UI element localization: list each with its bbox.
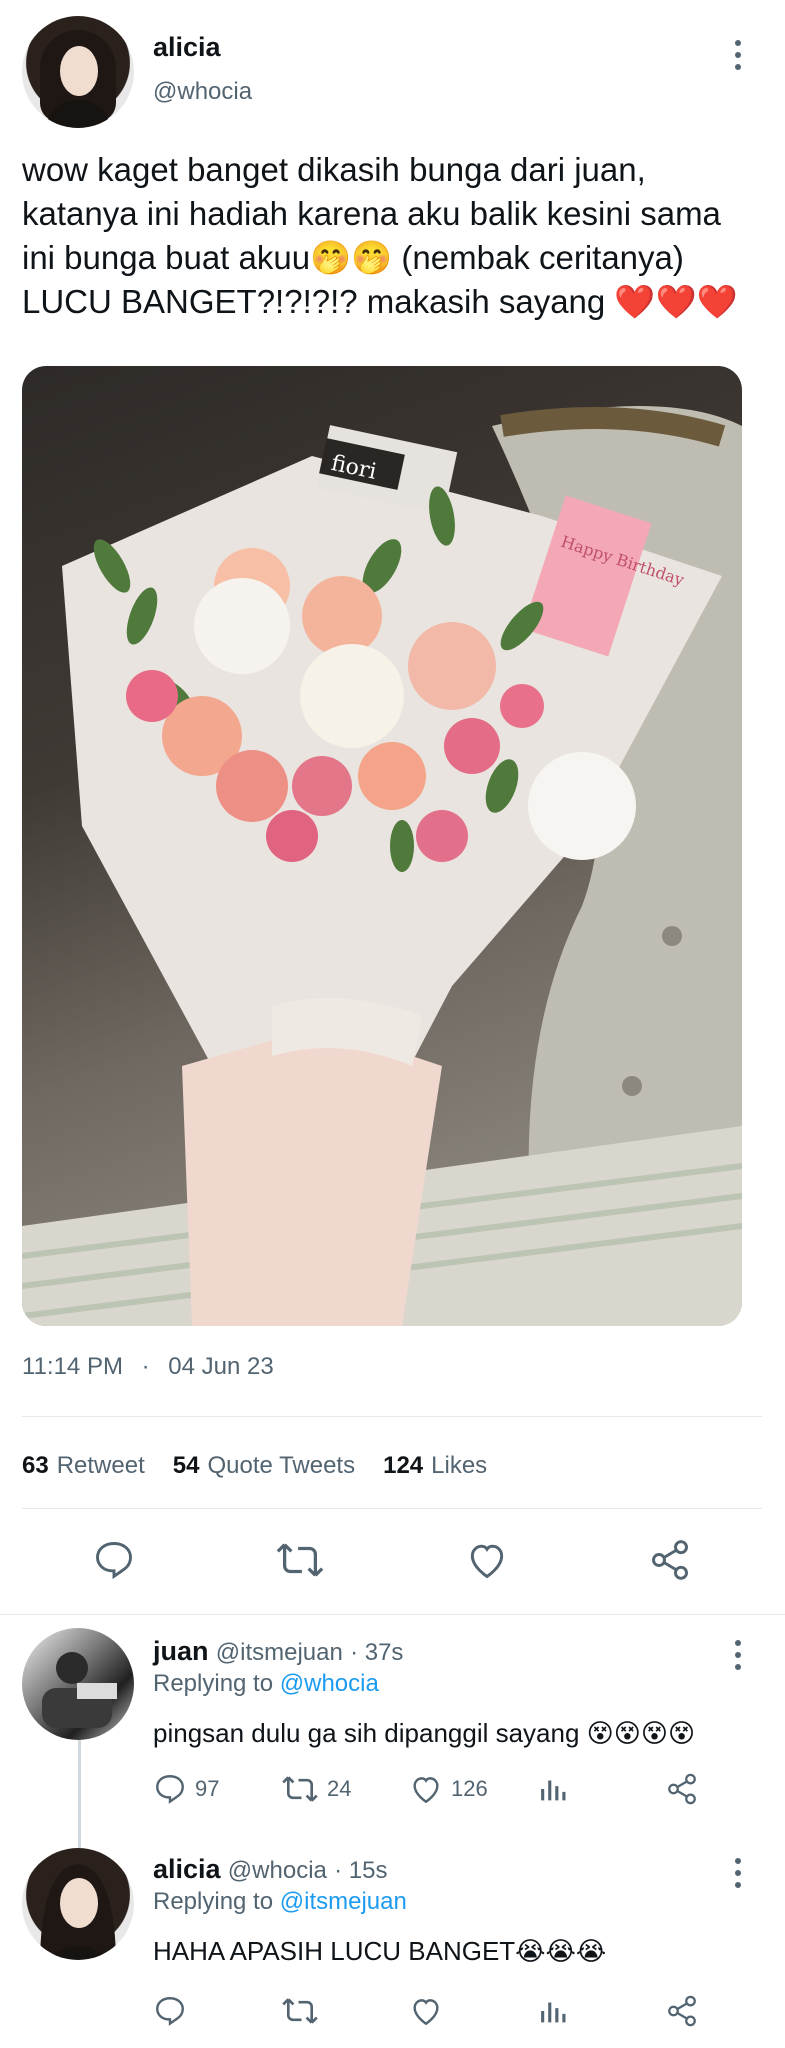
author-name[interactable]: alicia bbox=[153, 32, 221, 63]
reply-share-button[interactable] bbox=[665, 1772, 785, 1806]
reply-text: pingsan dulu ga sih dipanggil sayang 😵😵😵… bbox=[153, 1718, 696, 1748]
reply-actions bbox=[153, 1994, 785, 2028]
tweet-photo[interactable]: fiori Happy Birthday bbox=[22, 366, 742, 1326]
reply-share-button[interactable] bbox=[665, 1994, 785, 2028]
retweet-icon bbox=[282, 1776, 318, 1802]
reply-retweet-button[interactable]: 24 bbox=[281, 1772, 409, 1806]
reply-icon[interactable] bbox=[92, 1538, 136, 1582]
tweet-date: 04 Jun 23 bbox=[168, 1353, 274, 1380]
reply-reply-button[interactable] bbox=[153, 1994, 281, 2028]
share-icon[interactable] bbox=[648, 1538, 692, 1582]
reply-header: juan @itsmejuan · 37s bbox=[153, 1636, 403, 1667]
reply-retweet-button[interactable] bbox=[281, 1994, 409, 2028]
retweet-count[interactable]: 63 Retweet bbox=[22, 1452, 145, 1480]
tweet-text: wow kaget banget dikasih bunga dari juan… bbox=[22, 151, 738, 320]
replying-to-link[interactable]: @itsmejuan bbox=[280, 1888, 407, 1915]
reply-reply-button[interactable]: 97 bbox=[153, 1772, 281, 1806]
retweet-icon[interactable] bbox=[275, 1538, 325, 1582]
share-icon bbox=[668, 1995, 696, 2027]
tweet-time: 11:14 PM bbox=[22, 1353, 123, 1380]
author-avatar[interactable] bbox=[22, 16, 134, 128]
divider bbox=[22, 1508, 762, 1509]
reply-handle[interactable]: @whocia bbox=[228, 1857, 327, 1884]
reply-time: · 37s bbox=[350, 1639, 404, 1666]
reply-name[interactable]: juan bbox=[153, 1636, 209, 1666]
reply-handle[interactable]: @itsmejuan bbox=[216, 1639, 343, 1666]
reply-more-icon[interactable] bbox=[734, 1640, 742, 1670]
divider bbox=[0, 1614, 785, 1615]
reply-header: alicia @whocia · 15s bbox=[153, 1854, 387, 1885]
share-icon bbox=[668, 1773, 696, 1805]
reply-text: HAHA APASIH LUCU BANGET😭😭😭 bbox=[153, 1936, 607, 1966]
reply-avatar-juan[interactable] bbox=[22, 1628, 134, 1740]
reply-like-button[interactable] bbox=[409, 1994, 537, 2028]
retweet-icon bbox=[282, 1998, 318, 2024]
replying-to: Replying to @whocia bbox=[153, 1670, 379, 1697]
reply-icon bbox=[156, 1775, 184, 1804]
reply-more-icon[interactable] bbox=[734, 1858, 742, 1888]
like-icon bbox=[413, 1999, 439, 2026]
reply-icon bbox=[156, 1997, 184, 2026]
analytics-icon bbox=[541, 1780, 566, 1801]
quote-count[interactable]: 54 Quote Tweets bbox=[173, 1452, 355, 1480]
reply-like-button[interactable]: 126 bbox=[409, 1772, 537, 1806]
reply-actions: 97 24 126 bbox=[153, 1772, 785, 1806]
reply-time: · 15s bbox=[334, 1857, 388, 1884]
replying-to-link[interactable]: @whocia bbox=[280, 1670, 379, 1697]
author-handle[interactable]: @whocia bbox=[153, 78, 252, 106]
tweet-actions bbox=[22, 1530, 762, 1590]
reply-avatar-alicia[interactable] bbox=[22, 1848, 134, 1960]
like-icon bbox=[413, 1777, 439, 1804]
analytics-icon bbox=[541, 2002, 566, 2023]
divider bbox=[22, 1416, 762, 1417]
bouquet-illustration: fiori Happy Birthday bbox=[22, 406, 742, 1326]
reply-analytics-button[interactable] bbox=[537, 1994, 665, 2028]
replying-to: Replying to @itsmejuan bbox=[153, 1888, 407, 1915]
reply-analytics-button[interactable] bbox=[537, 1772, 665, 1806]
like-icon[interactable] bbox=[465, 1538, 509, 1582]
reply-name[interactable]: alicia bbox=[153, 1854, 221, 1884]
more-options-icon[interactable] bbox=[734, 40, 742, 70]
tweet-timestamp[interactable]: 11:14 PM · 04 Jun 23 bbox=[22, 1353, 274, 1381]
like-count[interactable]: 124 Likes bbox=[383, 1452, 487, 1480]
tweet-stats: 63 Retweet 54 Quote Tweets 124 Likes bbox=[22, 1452, 487, 1480]
